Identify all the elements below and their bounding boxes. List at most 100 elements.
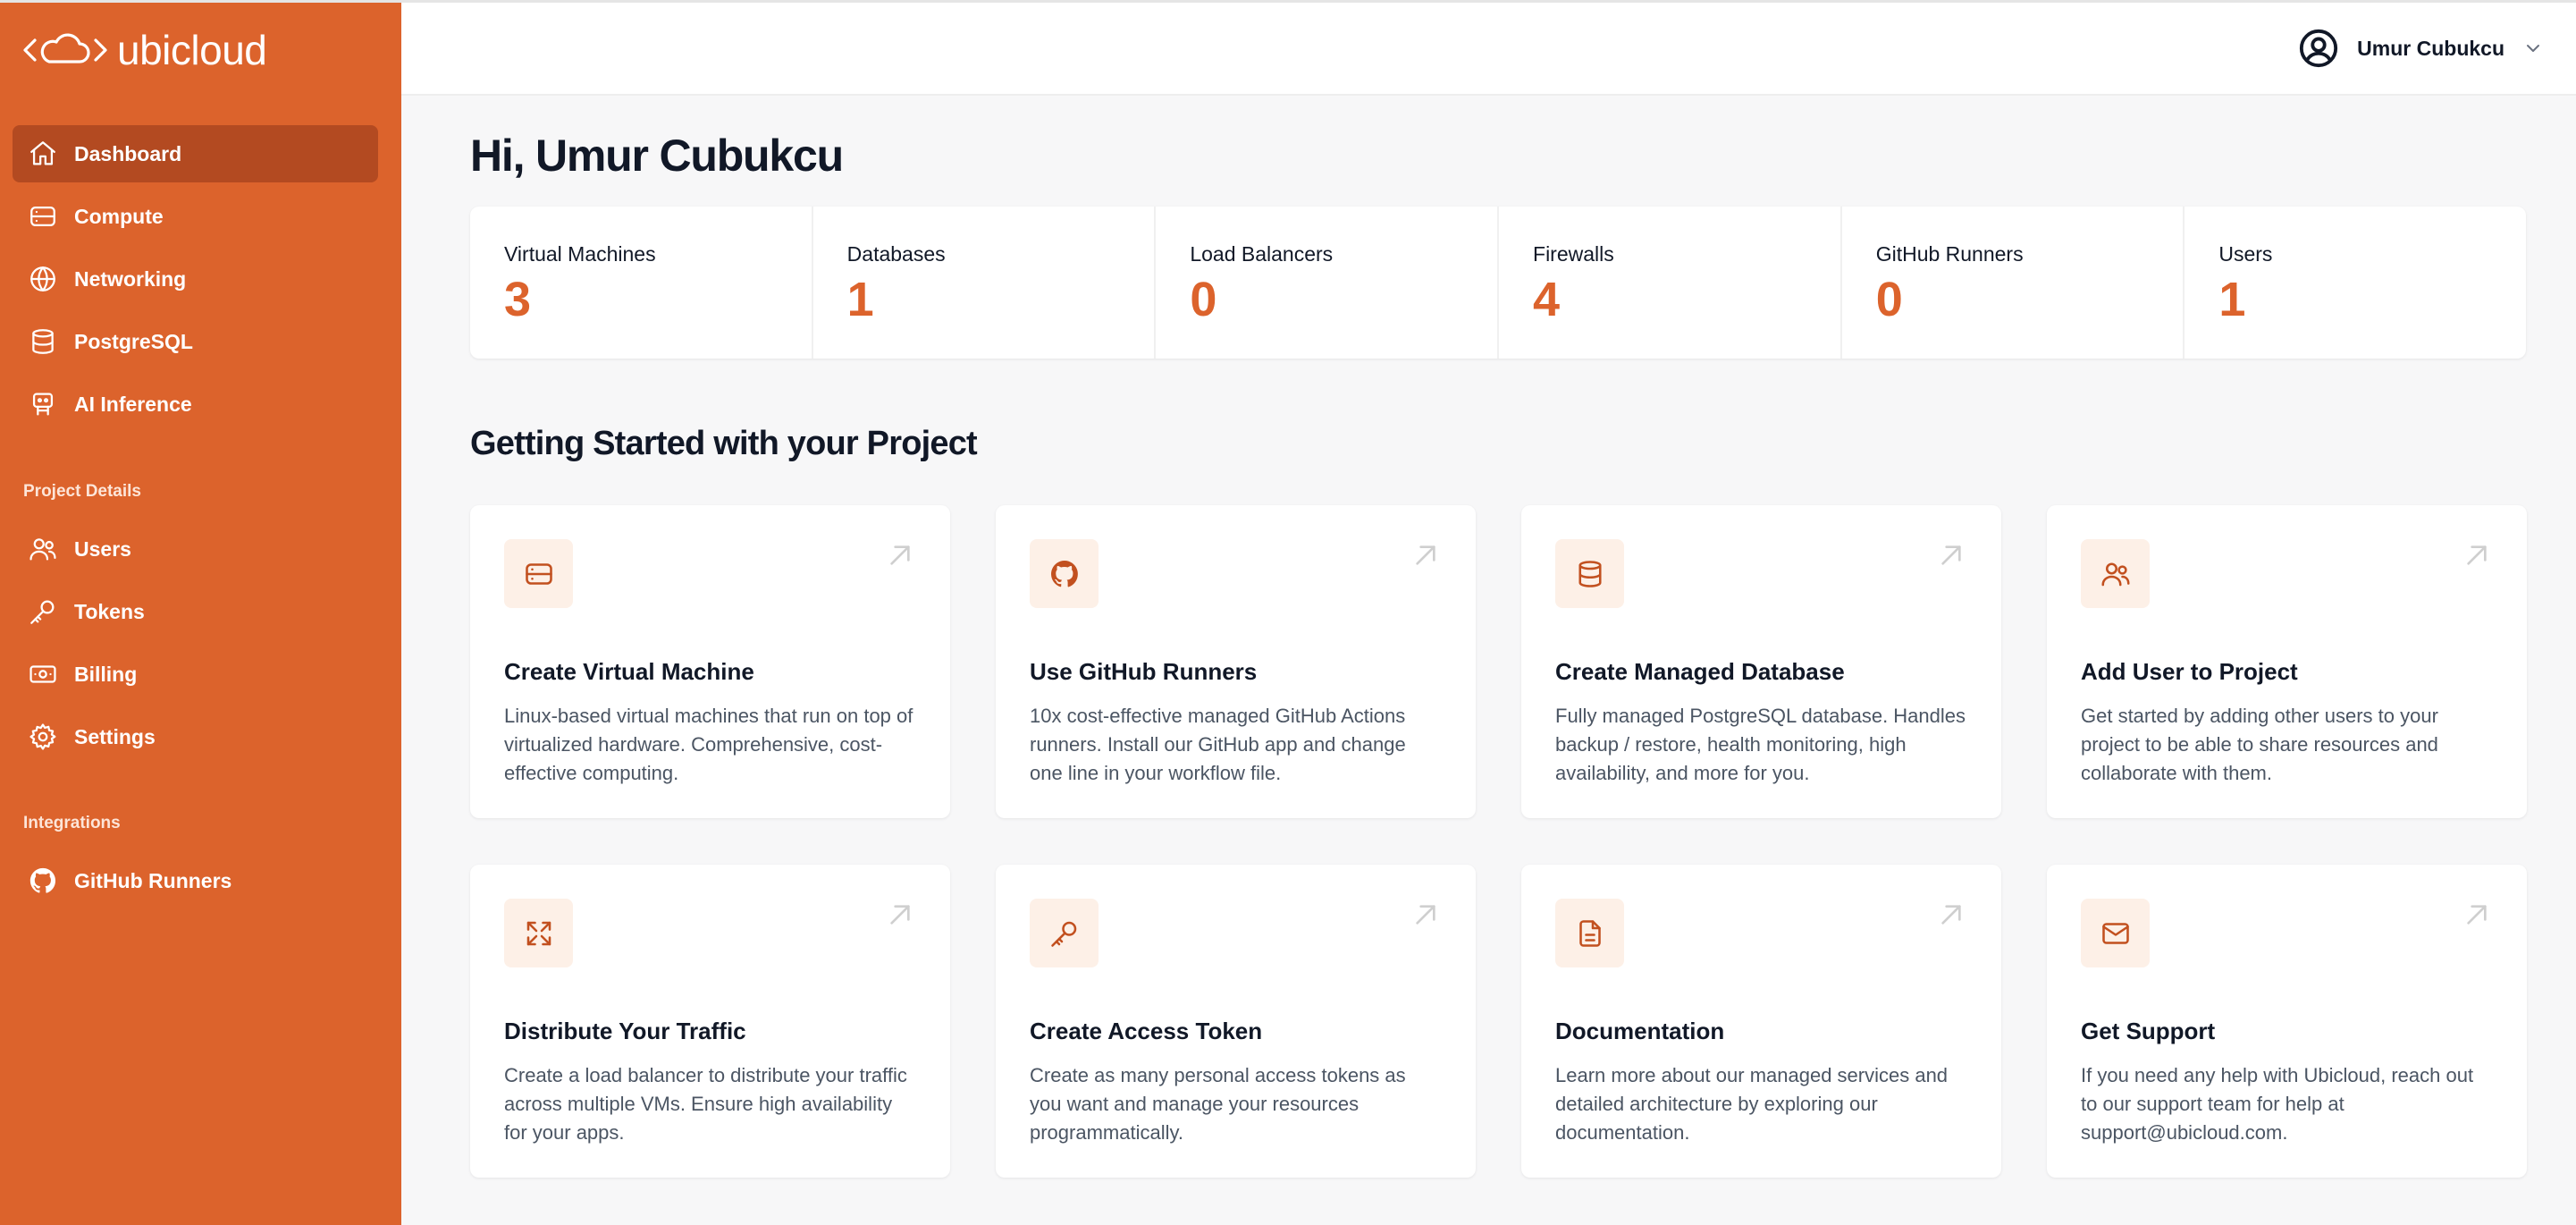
sidebar-item-label: Users <box>74 536 131 561</box>
sidebar-item-settings[interactable]: Settings <box>13 708 378 765</box>
expand-arrows-icon <box>504 899 573 967</box>
stat-label: Databases <box>846 242 946 266</box>
card-title: Use GitHub Runners <box>1030 658 1258 685</box>
stat-value: 4 <box>1533 273 1561 326</box>
card-description: Learn more about our managed services an… <box>1555 1064 1949 1144</box>
sidebar-item-label: AI Inference <box>74 392 192 416</box>
arrow-up-right-icon <box>2462 541 2491 574</box>
card-description: Get started by adding other users to you… <box>2081 705 2438 784</box>
sidebar-item-label: Networking <box>74 266 187 291</box>
sidebar-item-users[interactable]: Users <box>13 520 378 578</box>
sidebar-item-billing[interactable]: Billing <box>13 646 378 703</box>
sidebar-item-label: Settings <box>74 724 156 748</box>
stat-users[interactable]: Users 1 <box>2185 207 2526 359</box>
card-title: Distribute Your Traffic <box>504 1018 746 1044</box>
sidebar-item-label: GitHub Runners <box>74 868 232 892</box>
stat-value: 0 <box>1875 273 1903 326</box>
home-icon <box>25 136 61 172</box>
sidebar-item-ai-inference[interactable]: AI Inference <box>13 376 378 433</box>
stat-databases[interactable]: Databases 1 <box>813 207 1157 359</box>
project-nav: Users Tokens Billing Settings <box>13 520 378 771</box>
card-use-github-runners[interactable]: Use GitHub Runners 10x cost-effective ma… <box>996 505 1476 818</box>
card-title: Create Access Token <box>1030 1018 1263 1044</box>
sidebar-item-label: Compute <box>74 204 164 228</box>
arrow-up-right-icon <box>886 541 914 574</box>
card-title: Add User to Project <box>2081 658 2298 685</box>
sidebar-item-postgresql[interactable]: PostgreSQL <box>13 313 378 370</box>
sidebar-item-networking[interactable]: Networking <box>13 250 378 308</box>
users-icon <box>25 531 61 567</box>
user-name: Umur Cubukcu <box>2357 36 2504 60</box>
card-add-user-to-project[interactable]: Add User to Project Get started by addin… <box>2047 505 2527 818</box>
card-create-managed-database[interactable]: Create Managed Database Fully managed Po… <box>1521 505 2001 818</box>
arrow-up-right-icon <box>1411 900 1440 934</box>
stat-github-runners[interactable]: GitHub Runners 0 <box>1842 207 2185 359</box>
chevron-down-icon <box>2527 45 2539 52</box>
arrow-up-right-icon <box>1937 900 1966 934</box>
envelope-icon <box>2081 899 2150 967</box>
user-avatar-icon <box>2300 29 2338 68</box>
card-description: If you need any help with Ubicloud, reac… <box>2081 1064 2474 1144</box>
stat-firewalls[interactable]: Firewalls 4 <box>1499 207 1842 359</box>
main-nav: Dashboard Compute Networking PostgreSQL … <box>13 125 378 438</box>
arrow-up-right-icon <box>1411 541 1440 574</box>
card-create-access-token[interactable]: Create Access Token Create as many perso… <box>996 865 1476 1178</box>
stat-label: Users <box>2218 242 2273 266</box>
key-icon <box>25 594 61 629</box>
stat-value: 1 <box>846 273 874 326</box>
sidebar: ubicloud Dashboard Compute Networking Po… <box>0 0 401 1225</box>
stat-label: GitHub Runners <box>1875 242 2024 266</box>
card-title: Documentation <box>1555 1018 1725 1044</box>
card-title: Get Support <box>2081 1018 2216 1044</box>
stat-load-balancers[interactable]: Load Balancers 0 <box>1156 207 1500 359</box>
card-distribute-your-traffic[interactable]: Distribute Your Traffic Create a load ba… <box>470 865 950 1178</box>
sidebar-item-tokens[interactable]: Tokens <box>13 583 378 640</box>
user-menu[interactable]: Umur Cubukcu <box>2298 28 2544 69</box>
card-description: Create a load balancer to distribute you… <box>504 1064 907 1144</box>
sidebar-item-label: Dashboard <box>74 141 182 165</box>
stat-label: Firewalls <box>1533 242 1614 266</box>
banknote-icon <box>25 656 61 692</box>
top-bar: Umur Cubukcu <box>401 0 2576 96</box>
card-description: 10x cost-effective managed GitHub Action… <box>1030 705 1406 784</box>
project-details-label: Project Details <box>23 482 141 501</box>
sidebar-item-github-runners[interactable]: GitHub Runners <box>13 852 378 909</box>
ubicloud-logo[interactable]: ubicloud <box>22 27 267 73</box>
github-icon <box>1030 539 1099 608</box>
card-get-support[interactable]: Get Support If you need any help with Ub… <box>2047 865 2527 1178</box>
getting-started-title: Getting Started with your Project <box>470 425 978 462</box>
card-create-virtual-machine[interactable]: Create Virtual Machine Linux-based virtu… <box>470 505 950 818</box>
gear-icon <box>25 719 61 755</box>
page-title: Hi, Umur Cubukcu <box>470 131 844 181</box>
sidebar-item-dashboard[interactable]: Dashboard <box>13 125 378 182</box>
key-icon <box>1030 899 1099 967</box>
arrow-up-right-icon <box>1937 541 1966 574</box>
integrations-label: Integrations <box>23 814 121 832</box>
integrations-nav: GitHub Runners <box>13 852 378 915</box>
brand-name: ubicloud <box>117 27 267 73</box>
stat-label: Load Balancers <box>1190 242 1334 266</box>
database-icon <box>1555 539 1624 608</box>
stat-label: Virtual Machines <box>504 242 656 266</box>
globe-icon <box>25 261 61 297</box>
sidebar-item-compute[interactable]: Compute <box>13 188 378 245</box>
arrow-up-right-icon <box>2462 900 2491 934</box>
sidebar-item-label: PostgreSQL <box>74 329 193 353</box>
card-description: Linux-based virtual machines that run on… <box>504 705 913 784</box>
database-icon <box>25 324 61 359</box>
stat-value: 0 <box>1190 273 1217 326</box>
sidebar-item-label: Billing <box>74 662 138 686</box>
arrow-up-right-icon <box>886 900 914 934</box>
card-description: Fully managed PostgreSQL database. Handl… <box>1555 705 1966 784</box>
stat-virtual-machines[interactable]: Virtual Machines 3 <box>470 207 813 359</box>
card-description: Create as many personal access tokens as… <box>1030 1064 1406 1144</box>
card-documentation[interactable]: Documentation Learn more about our manag… <box>1521 865 2001 1178</box>
card-title: Create Virtual Machine <box>504 658 754 685</box>
stats-panel: Virtual Machines 3 Databases 1 Load Bala… <box>470 207 2526 359</box>
sidebar-item-label: Tokens <box>74 599 145 623</box>
getting-started-grid: Create Virtual Machine Linux-based virtu… <box>470 505 2527 1178</box>
stat-value: 3 <box>504 273 532 326</box>
stat-value: 1 <box>2218 273 2246 326</box>
robot-icon <box>25 386 61 422</box>
server-icon <box>25 199 61 234</box>
